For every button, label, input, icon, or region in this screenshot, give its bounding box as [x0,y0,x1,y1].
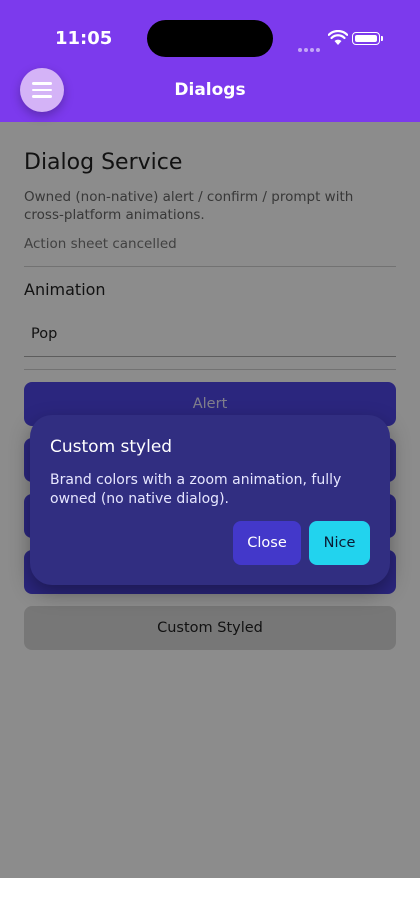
page-header-title: Dialogs [174,80,246,100]
dialog-message: Brand colors with a zoom animation, full… [50,472,342,507]
wifi-icon [328,30,348,45]
close-button[interactable]: Close [233,521,301,565]
dynamic-island [147,20,273,57]
battery-icon [352,32,383,45]
custom-dialog: Custom styled Brand colors with a zoom a… [30,415,390,585]
nice-button[interactable]: Nice [309,521,370,565]
status-time: 11:05 [55,28,113,49]
status-icons [298,29,388,52]
app-screen: 11:05 Dialogs Dialog Service Owned (non-… [0,0,420,878]
app-header: 11:05 Dialogs [0,0,420,122]
dialog-title: Custom styled [50,437,173,457]
cellular-signal-icon [298,37,322,56]
